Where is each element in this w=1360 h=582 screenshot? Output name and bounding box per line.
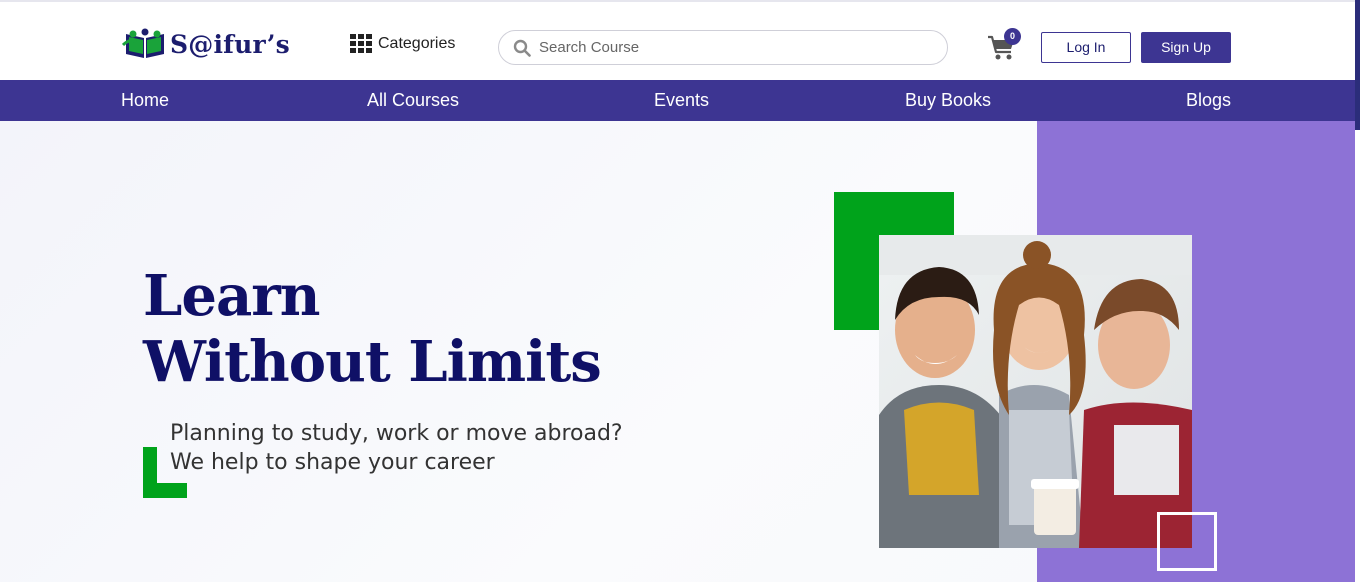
hero-banner: Learn Without Limits Planning to study, … [0, 121, 1355, 582]
decorative-white-square [1157, 512, 1217, 571]
login-button[interactable]: Log In [1041, 32, 1131, 63]
open-book-logo-icon [122, 28, 164, 58]
nav-item-all-courses[interactable]: All Courses [367, 90, 459, 111]
top-header: S@ifur’s Categories 0 Log In Sign Up [0, 0, 1360, 80]
cart-button[interactable]: 0 [987, 28, 1021, 62]
site-logo[interactable]: S@ifur’s [122, 28, 290, 60]
hero-subtitle: Planning to study, work or move abroad? … [170, 419, 623, 477]
grid-icon [350, 34, 374, 54]
search-icon [513, 39, 531, 57]
students-photo [879, 235, 1192, 548]
brand-name: S@ifur’s [170, 29, 290, 59]
scrollbar-thumb[interactable] [1355, 0, 1360, 130]
search-bar [498, 30, 948, 65]
cart-count-badge: 0 [1004, 28, 1021, 45]
main-nav: Home All Courses Events Buy Books Blogs [0, 80, 1355, 121]
nav-item-buy-books[interactable]: Buy Books [905, 90, 991, 111]
nav-item-home[interactable]: Home [121, 90, 169, 111]
signup-button[interactable]: Sign Up [1141, 32, 1231, 63]
nav-item-events[interactable]: Events [654, 90, 709, 111]
hero-subtitle-line-1: Planning to study, work or move abroad? [170, 421, 623, 446]
categories-menu[interactable]: Categories [350, 34, 455, 54]
categories-label: Categories [378, 35, 456, 52]
hero-title: Learn Without Limits [143, 263, 602, 395]
hero-title-line-1: Learn [143, 263, 321, 329]
hero-subtitle-line-2: We help to shape your career [170, 450, 495, 475]
search-input[interactable] [539, 39, 919, 56]
hero-title-line-2: Without Limits [143, 329, 602, 395]
nav-item-blogs[interactable]: Blogs [1186, 90, 1231, 111]
